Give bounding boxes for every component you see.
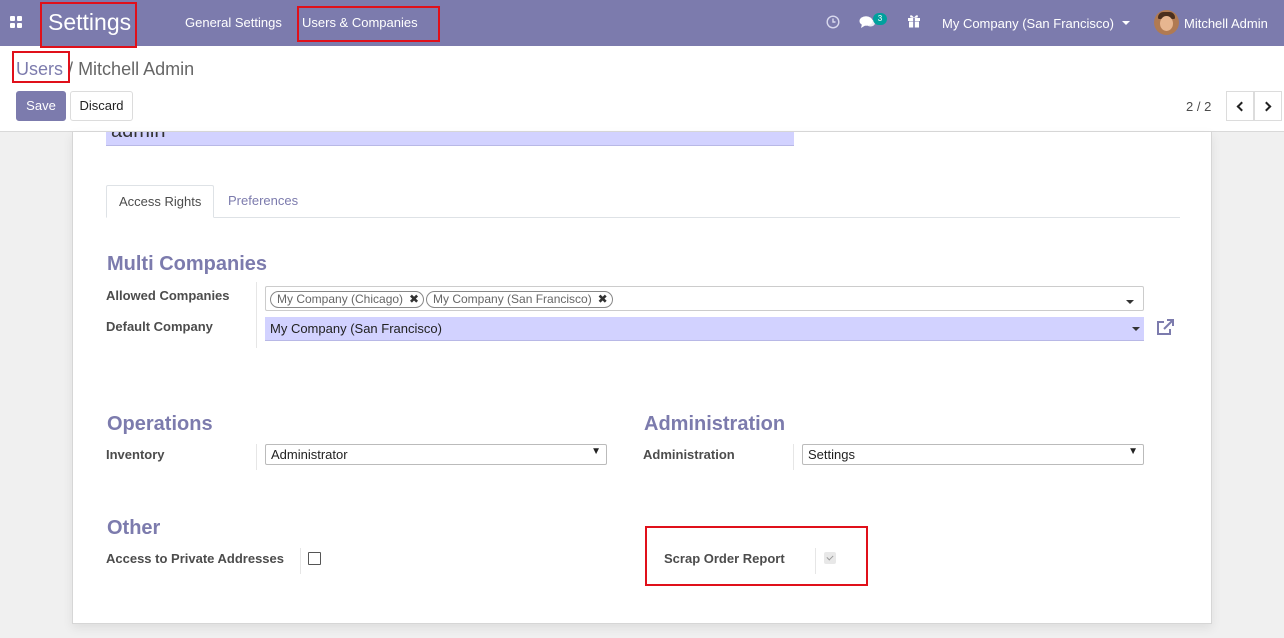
- top-navbar: Settings General Settings Users & Compan…: [0, 0, 1284, 46]
- label-separator: [256, 444, 257, 470]
- highlight-box: [645, 526, 868, 586]
- company-tag-san-francisco[interactable]: My Company (San Francisco) ✖: [426, 291, 613, 308]
- caret-down-icon[interactable]: [1126, 300, 1134, 304]
- highlight-box: [297, 6, 440, 42]
- gift-icon[interactable]: [907, 14, 921, 28]
- caret-down-icon: [1121, 21, 1130, 25]
- administration-select[interactable]: Settings ▼: [802, 444, 1144, 465]
- highlight-box: [12, 51, 70, 83]
- default-company-value: My Company (San Francisco): [270, 321, 442, 336]
- company-tag-chicago[interactable]: My Company (Chicago) ✖: [270, 291, 425, 308]
- login-value: admin: [111, 132, 165, 143]
- save-button[interactable]: Save: [16, 91, 66, 121]
- external-link-icon[interactable]: [1155, 318, 1175, 338]
- tab-preferences[interactable]: Preferences: [216, 185, 310, 218]
- inventory-select[interactable]: Administrator ▼: [265, 444, 607, 465]
- caret-down-icon[interactable]: [1132, 327, 1140, 331]
- login-input[interactable]: admin: [106, 132, 794, 146]
- messages-count-badge: 3: [873, 13, 887, 25]
- user-menu[interactable]: Mitchell Admin: [1184, 0, 1268, 46]
- company-tag-label: My Company (Chicago): [277, 292, 404, 306]
- group-title-operations: Operations: [107, 413, 213, 435]
- pager-previous-button[interactable]: [1226, 91, 1254, 121]
- label-separator: [793, 444, 794, 470]
- pager-value[interactable]: 2 / 2: [1186, 99, 1211, 114]
- group-title-multi-companies: Multi Companies: [107, 253, 268, 275]
- breadcrumb-current: Mitchell Admin: [78, 59, 195, 79]
- control-panel: Users / Mitchell Admin Save Discard 2 / …: [0, 46, 1284, 132]
- form-sheet: admin Access Rights Preferences Multi Co…: [72, 132, 1212, 624]
- label-separator: [300, 548, 301, 574]
- apps-menu-icon[interactable]: [10, 16, 22, 28]
- default-company-field[interactable]: My Company (San Francisco): [265, 317, 1144, 341]
- private-addresses-checkbox[interactable]: [308, 552, 321, 565]
- inventory-select-value: Administrator: [271, 447, 348, 462]
- allowed-companies-label: Allowed Companies: [106, 288, 230, 303]
- remove-tag-icon[interactable]: ✖: [598, 292, 608, 307]
- pager-next-button[interactable]: [1254, 91, 1282, 121]
- company-switcher[interactable]: My Company (San Francisco): [942, 0, 1130, 46]
- default-company-label: Default Company: [106, 319, 213, 334]
- group-title-other: Other: [107, 517, 161, 539]
- caret-down-icon: ▼: [591, 446, 601, 457]
- administration-label: Administration: [643, 447, 735, 462]
- private-addresses-label: Access to Private Addresses: [106, 551, 285, 566]
- discard-button[interactable]: Discard: [70, 91, 133, 121]
- inventory-label: Inventory: [106, 447, 165, 462]
- company-tag-label: My Company (San Francisco): [433, 292, 592, 306]
- highlight-box: [40, 2, 137, 48]
- chevron-left-icon: [1236, 101, 1247, 111]
- remove-tag-icon[interactable]: ✖: [409, 292, 419, 307]
- activity-clock-icon[interactable]: [826, 15, 840, 29]
- group-title-administration: Administration: [644, 413, 786, 435]
- notebook-tabs: Access Rights Preferences: [106, 185, 1180, 218]
- user-name: Mitchell Admin: [1184, 15, 1268, 31]
- allowed-companies-field[interactable]: My Company (Chicago) ✖ My Company (San F…: [265, 286, 1144, 311]
- menu-general-settings[interactable]: General Settings: [185, 15, 282, 30]
- label-separator: [256, 282, 257, 348]
- user-avatar[interactable]: [1154, 10, 1179, 35]
- tab-access-rights[interactable]: Access Rights: [106, 185, 215, 218]
- chevron-right-icon: [1261, 101, 1272, 111]
- administration-select-value: Settings: [808, 447, 855, 462]
- company-switcher-label: My Company (San Francisco): [942, 15, 1114, 31]
- caret-down-icon: ▼: [1128, 446, 1138, 457]
